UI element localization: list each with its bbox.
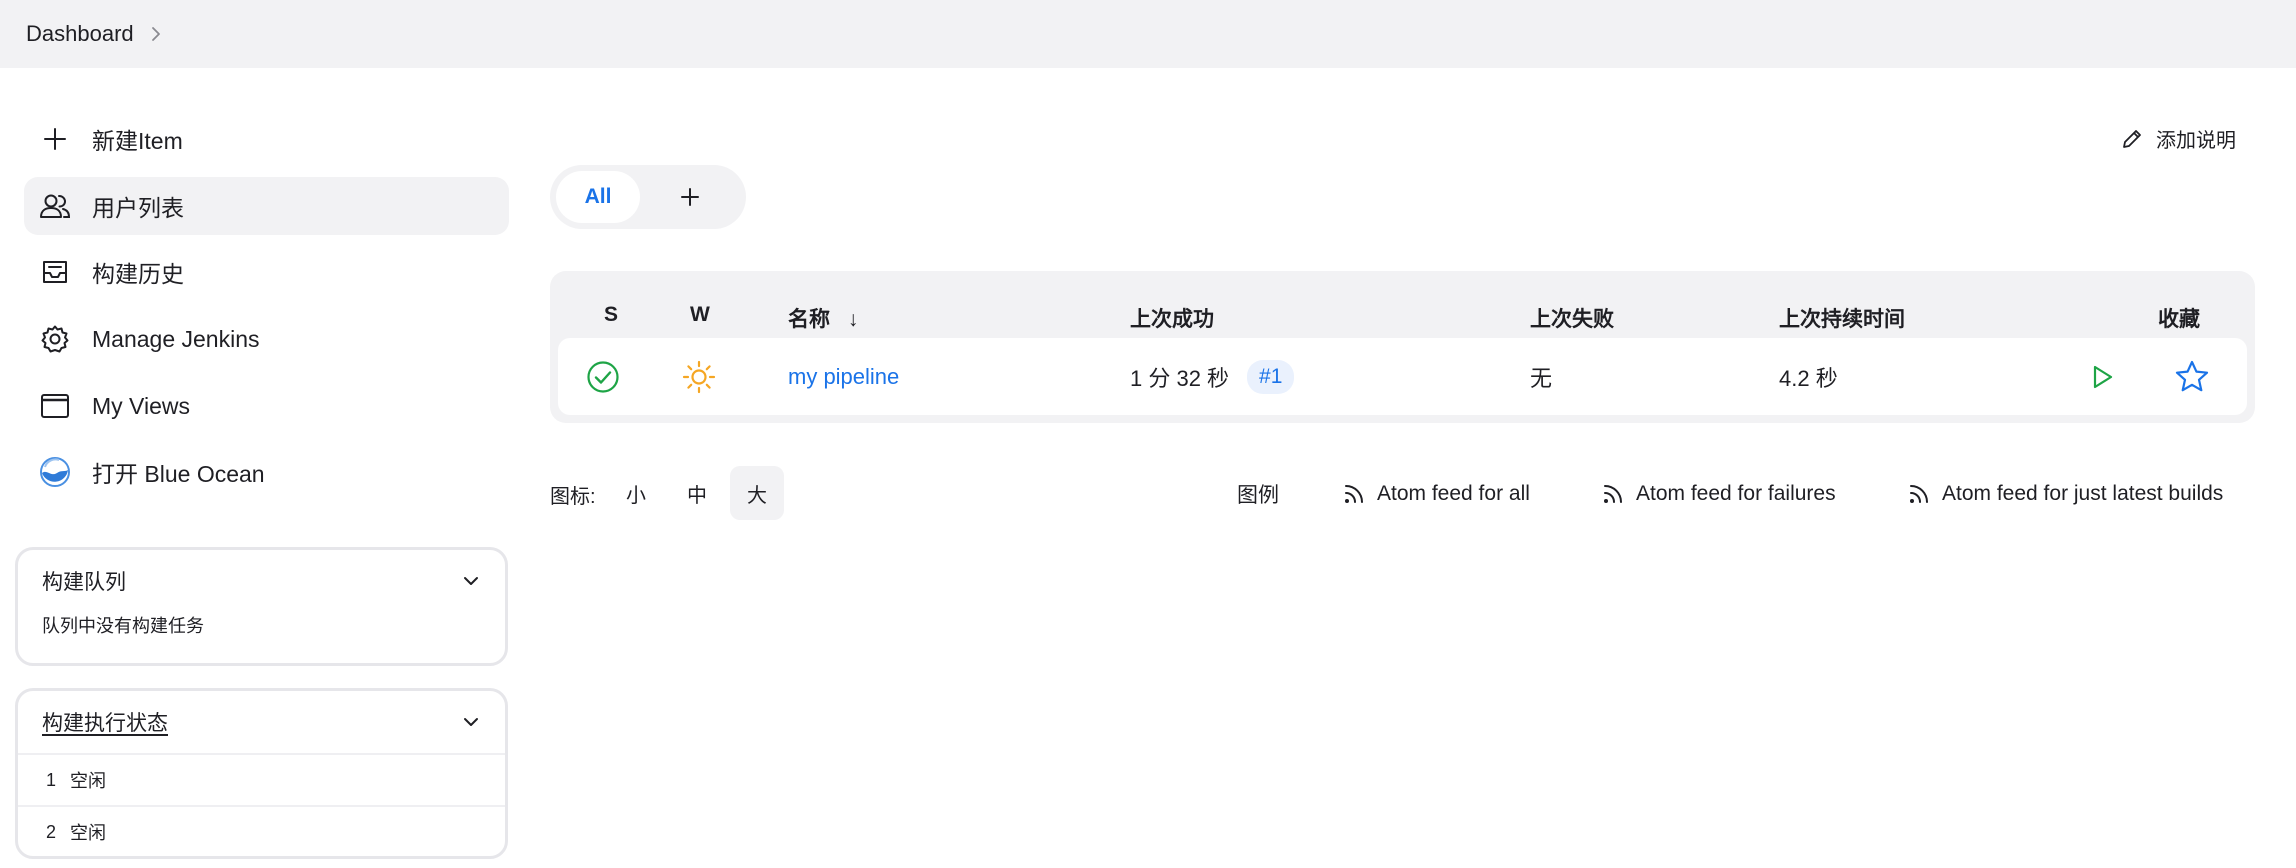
last-success-cell: 1 分 32 秒 #1 [1130,338,1295,415]
atom-feed-all-link[interactable]: Atom feed for all [1343,466,1530,522]
executor-status-title[interactable]: 构建执行状态 [42,707,168,737]
sidebar-item-label: 用户列表 [92,195,184,221]
last-success-time: 1 分 32 秒 [1130,365,1230,391]
icon-size-small[interactable]: 小 [609,466,663,520]
rss-icon [1910,485,1928,503]
rss-icon [1345,485,1363,503]
add-description-link[interactable]: 添加说明 [2120,124,2236,153]
gear-icon [38,322,72,356]
sidebar-item-manage-jenkins[interactable]: Manage Jenkins [24,310,509,368]
atom-feed-failures-label: Atom feed for failures [1636,482,1836,505]
column-header-name-label: 名称 [788,308,830,331]
favorite-star-icon[interactable] [2174,338,2210,415]
sidebar-item-new-item[interactable]: 新建Item [24,110,509,168]
plus-icon [38,122,72,156]
build-queue-empty-text: 队列中没有构建任务 [42,616,204,636]
column-header-name[interactable]: 名称 ↓ [788,303,858,333]
users-icon [38,189,72,223]
weather-sunny-icon[interactable] [682,338,716,415]
legend-label: 图例 [1237,484,1279,507]
icon-size-label: 图标: [550,485,596,508]
chevron-down-icon[interactable] [461,571,481,591]
sidebar: 新建Item 用户列表 构建历史 Manage Jenkins My Views… [0,68,520,868]
atom-feed-latest-link[interactable]: Atom feed for just latest builds [1908,466,2223,522]
breadcrumb-dashboard[interactable]: Dashboard [26,21,134,47]
add-description-label: 添加说明 [2156,130,2236,152]
pencil-icon [2123,129,2141,148]
tab-all[interactable]: All [556,171,640,223]
executor-status-panel: 构建执行状态 1 空闲 2 空闲 [15,688,508,859]
sidebar-item-label: 构建历史 [92,261,184,287]
jobs-table: S W 名称 ↓ 上次成功 上次失败 上次持续时间 收藏 my pipeline… [550,271,2255,423]
plus-icon [681,188,699,206]
chevron-right-icon[interactable] [148,26,164,42]
sidebar-item-label: Manage Jenkins [92,325,260,352]
executor-status: 空闲 [70,771,107,791]
last-failure-cell: 无 [1530,365,1553,391]
sidebar-item-users[interactable]: 用户列表 [24,177,509,235]
main-content: 添加说明 All S W 名称 ↓ 上次成功 上次失败 上次持续时间 收藏 my… [550,68,2296,868]
run-build-icon[interactable] [2088,338,2116,415]
sidebar-item-blue-ocean[interactable]: 打开 Blue Ocean [24,443,509,501]
column-header-last-success[interactable]: 上次成功 [1130,303,1214,333]
sidebar-item-my-views[interactable]: My Views [24,377,509,435]
build-number-link[interactable]: #1 [1247,359,1295,394]
column-header-favorite: 收藏 [2158,308,2200,331]
executor-number: 1 [46,769,57,790]
column-header-last-failure[interactable]: 上次失败 [1530,303,1614,333]
sidebar-item-label: 打开 Blue Ocean [92,461,265,487]
sidebar-item-build-history[interactable]: 构建历史 [24,243,509,301]
add-view-button[interactable] [640,171,740,223]
column-header-last-duration[interactable]: 上次持续时间 [1779,303,1905,333]
table-row: my pipeline 1 分 32 秒 #1 无 4.2 秒 [558,338,2247,415]
breadcrumb-bar: Dashboard [0,0,2296,68]
status-success-icon[interactable] [586,338,620,415]
executor-status: 空闲 [70,823,107,843]
view-tabs: All [550,165,746,229]
build-queue-title: 构建队列 [42,571,126,594]
icon-size-medium[interactable]: 中 [670,466,724,520]
window-icon [38,389,72,423]
icon-size-large[interactable]: 大 [730,466,784,520]
last-duration-cell: 4.2 秒 [1779,365,1838,391]
blue-ocean-icon [38,455,72,489]
column-header-status[interactable]: S [604,303,618,327]
executor-row: 1 空闲 [18,753,505,805]
atom-feed-failures-link[interactable]: Atom feed for failures [1602,466,1836,522]
table-footer: 图标: 小 中 大 图例 Atom feed for all Atom feed… [550,466,2255,522]
build-queue-panel: 构建队列 队列中没有构建任务 [15,547,508,666]
atom-feed-all-label: Atom feed for all [1377,482,1530,505]
sidebar-item-label: My Views [92,392,190,419]
inbox-icon [38,255,72,289]
executor-row: 2 空闲 [18,805,505,856]
column-header-weather[interactable]: W [690,303,710,327]
sidebar-item-label: 新建Item [92,128,183,154]
executor-number: 2 [46,821,57,842]
chevron-down-icon[interactable] [461,712,481,732]
atom-feed-latest-label: Atom feed for just latest builds [1942,482,2224,505]
legend-link[interactable]: 图例 [1237,466,1279,522]
sort-arrow-icon: ↓ [847,308,859,331]
rss-icon [1604,485,1622,503]
job-link[interactable]: my pipeline [788,364,899,390]
